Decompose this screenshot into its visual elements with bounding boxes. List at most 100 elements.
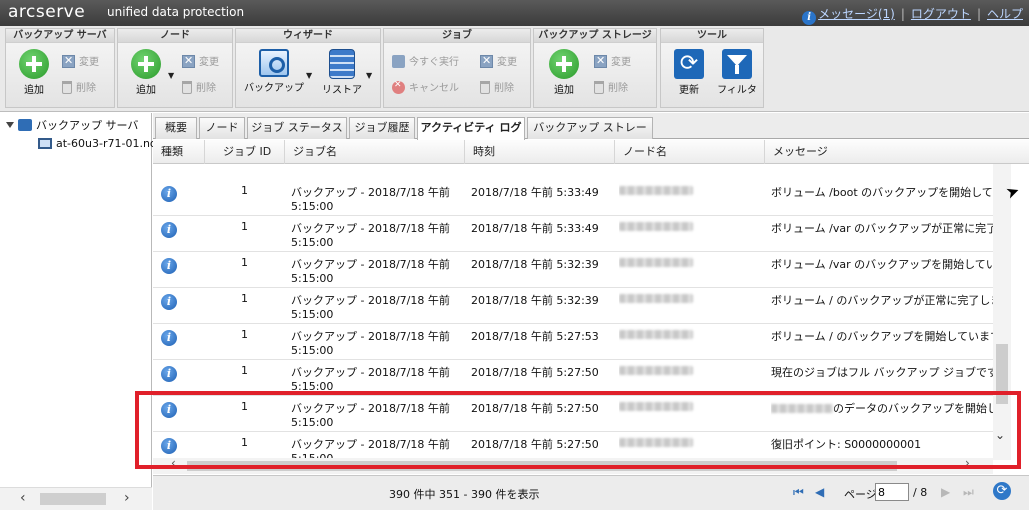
cell-message: のデータのバックアップを開始し — [771, 396, 993, 432]
cell-node-name-redacted — [619, 216, 765, 252]
cancel-job-button[interactable]: キャンセル — [392, 79, 459, 94]
messages-link[interactable]: メッセージ(1) — [818, 7, 895, 21]
job-edit-button[interactable]: 変更 — [480, 53, 517, 68]
trash-icon — [594, 81, 604, 94]
scroll-right-icon[interactable]: › — [965, 456, 970, 470]
tab-backup-storage[interactable]: バックアップ ストレージ — [527, 117, 653, 154]
run-now-button[interactable]: 今すぐ実行 — [392, 53, 459, 68]
dropdown-arrow-icon[interactable]: ▼ — [306, 71, 312, 80]
column-header-type[interactable]: 種類 — [153, 140, 205, 164]
backup-server-edit-button[interactable]: 変更 — [62, 53, 99, 68]
page-label: ページ — [844, 488, 877, 501]
scroll-thumb[interactable] — [187, 461, 897, 471]
dropdown-arrow-icon[interactable]: ▼ — [168, 71, 174, 80]
tab-nodes[interactable]: ノード — [199, 117, 245, 139]
horizontal-scrollbar[interactable]: ‹ › — [153, 456, 993, 474]
grid-body: i 1 バックアップ - 2018/7/18 午前 5:15:00 2018/7/18 … — [153, 164, 993, 458]
info-icon: i — [161, 258, 177, 274]
node-add-button[interactable]: 追加 — [126, 49, 166, 96]
next-page-icon[interactable]: ▶ — [941, 485, 950, 499]
scroll-thumb[interactable] — [996, 344, 1008, 404]
edit-icon — [480, 54, 493, 68]
info-icon: i — [161, 186, 177, 202]
backup-server-add-button[interactable]: 追加 — [14, 49, 54, 96]
tree-item-server[interactable]: at-60u3-r71-01.nov — [38, 137, 163, 150]
left-tree-panel: バックアップ サーバ at-60u3-r71-01.nov ‹ › — [0, 113, 163, 510]
backup-server-delete-button[interactable]: 削除 — [62, 79, 96, 94]
edit-icon — [182, 54, 195, 68]
record-count: 390 件中 351 - 390 件を表示 — [389, 488, 540, 501]
filter-button[interactable]: フィルタ — [717, 49, 757, 96]
column-header-message[interactable]: メッセージ — [765, 140, 1029, 164]
info-icon: i — [161, 402, 177, 418]
table-row[interactable]: i 1 バックアップ - 2018/7/18 午前5:15:00 2018/7/18 … — [153, 180, 993, 216]
last-page-icon[interactable]: ⏭ — [963, 485, 974, 500]
cell-node-name-redacted — [619, 252, 765, 288]
brand-logo: arcserve — [8, 2, 86, 22]
cell-job-id: 1 — [241, 328, 248, 341]
tree-root-backup-server[interactable]: バックアップ サーバ — [6, 117, 138, 133]
scroll-left-icon[interactable]: ‹ — [171, 456, 176, 470]
cell-type: i — [153, 396, 205, 432]
tab-job-history[interactable]: ジョブ履歴 — [349, 117, 415, 139]
redacted-node-name — [619, 294, 693, 303]
column-header-time[interactable]: 時刻 — [465, 140, 615, 164]
cell-job-name: バックアップ - 2018/7/18 午前5:15:00 — [291, 222, 450, 249]
node-edit-button[interactable]: 変更 — [182, 53, 219, 68]
cell-type: i — [153, 432, 205, 458]
info-icon: i — [161, 438, 177, 454]
vertical-scrollbar[interactable]: ⌄ — [993, 164, 1011, 460]
column-header-job-name[interactable]: ジョブ名 — [285, 140, 465, 164]
storage-edit-button[interactable]: 変更 — [594, 53, 631, 68]
table-row[interactable]: i 1 バックアップ - 2018/7/18 午前5:15:00 2018/7/18 … — [153, 216, 993, 252]
scroll-right-icon[interactable]: › — [124, 490, 130, 506]
tab-activity-log[interactable]: アクティビティ ログ — [417, 117, 525, 140]
cell-node-name-redacted — [619, 432, 765, 458]
previous-page-icon[interactable]: ◀ — [815, 485, 824, 499]
tab-overview[interactable]: 概要 — [155, 117, 197, 139]
table-row[interactable]: i 1 バックアップ - 2018/7/18 午前5:15:00 2018/7/18 … — [153, 360, 993, 396]
restore-wizard-button[interactable]: リストア — [320, 49, 364, 96]
table-row[interactable]: i 1 バックアップ - 2018/7/18 午前5:15:00 2018/7/18 … — [153, 288, 993, 324]
cell-type: i — [153, 360, 205, 396]
ribbon-toolbar: バックアップ サーバ 追加 変更 削除 ノード 追加 ▼ 変更 削除 ウィザード… — [0, 26, 1029, 112]
job-delete-button[interactable]: 削除 — [480, 79, 514, 94]
cell-node-name-redacted — [619, 396, 765, 432]
expand-arrow-icon[interactable] — [6, 122, 14, 128]
help-link[interactable]: ヘルプ — [987, 7, 1023, 21]
storage-add-button[interactable]: 追加 — [544, 49, 584, 96]
table-row[interactable]: i 1 バックアップ - 2018/7/18 午前5:15:00 2018/7/18 … — [153, 324, 993, 360]
left-horizontal-scrollbar[interactable]: ‹ › — [0, 487, 152, 510]
scroll-down-icon[interactable]: ⌄ — [995, 428, 1005, 442]
cell-job-name: バックアップ - 2018/7/18 午前5:15:00 — [291, 438, 450, 458]
cell-type: i — [153, 180, 205, 216]
dropdown-arrow-icon[interactable]: ▼ — [366, 71, 372, 80]
column-header-node-name[interactable]: ノード名 — [615, 140, 765, 164]
network-icon — [18, 119, 32, 131]
first-page-icon[interactable]: ⏮ — [793, 485, 804, 500]
backup-wizard-button[interactable]: バックアップ — [242, 49, 306, 94]
page-total: / 8 — [913, 486, 928, 499]
page-number-input[interactable] — [875, 483, 909, 501]
group-title: ノード — [118, 29, 232, 43]
refresh-button[interactable]: ⟳ 更新 — [669, 49, 709, 96]
table-row[interactable]: i 1 バックアップ - 2018/7/18 午前5:15:00 2018/7/18 … — [153, 396, 993, 432]
cell-time: 2018/7/18 午前 5:32:39 — [471, 294, 599, 307]
ribbon-group-node: ノード 追加 ▼ 変更 削除 — [117, 28, 233, 108]
refresh-icon: ⟳ — [674, 49, 704, 79]
top-links: i メッセージ(1) | ログアウト | ヘルプ — [802, 5, 1023, 25]
column-header-job-id[interactable]: ジョブ ID — [205, 140, 285, 164]
table-row[interactable]: i 1 バックアップ - 2018/7/18 午前5:15:00 2018/7/18 … — [153, 432, 993, 458]
logout-link[interactable]: ログアウト — [911, 7, 971, 21]
cell-job-name: バックアップ - 2018/7/18 午前5:15:00 — [291, 294, 450, 321]
refresh-grid-icon[interactable]: ⟳ — [993, 482, 1011, 500]
node-delete-button[interactable]: 削除 — [182, 79, 216, 94]
cell-job-name: バックアップ - 2018/7/18 午前5:15:00 — [291, 186, 450, 213]
cell-message: ボリューム /var のバックアップが正常に完了しま — [771, 222, 993, 235]
cell-message: 現在のジョブはフル バックアップ ジョブです。 — [771, 366, 993, 379]
scroll-left-icon[interactable]: ‹ — [20, 490, 26, 506]
table-row[interactable]: i 1 バックアップ - 2018/7/18 午前5:15:00 2018/7/18 … — [153, 252, 993, 288]
scroll-thumb[interactable] — [40, 493, 106, 505]
storage-delete-button[interactable]: 削除 — [594, 79, 628, 94]
tab-job-status[interactable]: ジョブ ステータス — [247, 117, 347, 139]
